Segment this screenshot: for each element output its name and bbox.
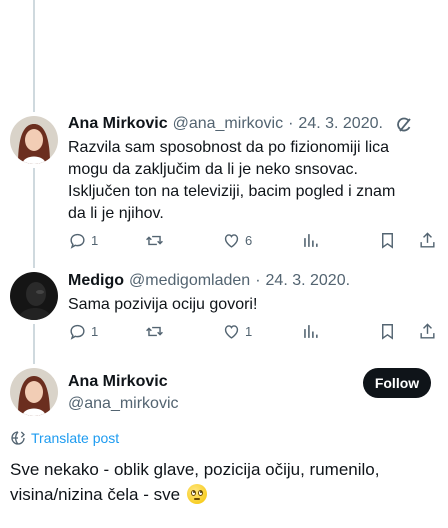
tweet2-reply-button[interactable]: 1 (68, 322, 98, 341)
tweet1-text: Razvila sam sposobnost da po fizionomiji… (68, 139, 396, 222)
tweet2-like-count: 1 (245, 323, 253, 339)
reply-icon (70, 233, 85, 249)
tweet2-author-handle[interactable]: @medigomladen (129, 272, 250, 290)
thread-line-2 (33, 324, 35, 364)
tweet2-author-name[interactable]: Medigo (68, 272, 124, 290)
tweet2-views-button[interactable] (301, 322, 320, 341)
follow-button[interactable]: Follow (363, 368, 431, 398)
tweet2-retweet-button[interactable] (145, 322, 168, 341)
tweet1-separator: · (288, 115, 294, 132)
tweet2-actions: 1 1 (68, 320, 440, 342)
tweet1-bookmark-button[interactable] (378, 231, 397, 250)
tweet2-bookmark-button[interactable] (378, 322, 397, 341)
reply-icon (70, 324, 85, 340)
thread-line-top (33, 0, 35, 112)
tweet2-separator: · (255, 272, 261, 289)
main-tweet-text: Sve nekako - oblik glave, pozicija očiju… (10, 457, 440, 507)
face-with-rolling-eyes-emoji (186, 484, 207, 504)
translate-post-label[interactable]: Translate post (31, 430, 119, 446)
avatar-ana-mirkovic-main[interactable] (10, 368, 58, 416)
main-author-handle[interactable]: @ana_mirkovic (68, 395, 179, 413)
tweet2-reply-count: 1 (91, 323, 99, 339)
main-author-name[interactable]: Ana Mirkovic (68, 373, 168, 391)
translate-post-link[interactable]: Translate post (10, 430, 119, 446)
tweet1-author-name[interactable]: Ana Mirkovic (68, 115, 168, 133)
tweet1-views-button[interactable] (301, 231, 320, 250)
tweet1-actions: 1 6 (68, 229, 440, 251)
share-icon (420, 231, 435, 248)
tweet2-share-button[interactable] (418, 322, 437, 341)
globe-icon (11, 431, 25, 445)
tweet1-date[interactable]: 24. 3. 2020. (298, 115, 383, 133)
heart-icon (224, 233, 239, 248)
tweet1-like-count: 6 (245, 232, 253, 248)
tweet2-text: Sama pozivija ociju govori! (68, 296, 258, 313)
tweet1-author-handle[interactable]: @ana_mirkovic (173, 115, 284, 133)
tweet2-like-button[interactable]: 1 (222, 322, 252, 341)
tweet2-date[interactable]: 24. 3. 2020. (266, 272, 351, 290)
tweet1-reply-button[interactable]: 1 (68, 231, 98, 250)
tweet1-header: Ana Mirkovic @ana_mirkovic · 24. 3. 2020… (68, 115, 383, 133)
avatar-medigo[interactable] (10, 272, 58, 320)
avatar-ana-mirkovic[interactable] (10, 116, 58, 164)
bookmark-icon (382, 323, 393, 340)
tweet1-like-button[interactable]: 6 (222, 231, 252, 250)
bookmark-icon (382, 232, 393, 249)
tweet2-header: Medigo @medigomladen · 24. 3. 2020. (68, 272, 350, 290)
grok-icon[interactable] (395, 116, 413, 134)
tweet1-share-button[interactable] (418, 231, 437, 250)
thread-line-1 (33, 168, 35, 268)
tweet1-retweet-button[interactable] (145, 231, 168, 250)
share-icon (420, 322, 435, 339)
tweet1-reply-count: 1 (91, 232, 99, 248)
views-icon (304, 324, 318, 338)
retweet-icon (146, 235, 163, 245)
retweet-icon (146, 326, 163, 336)
heart-icon (224, 324, 239, 339)
views-icon (304, 233, 318, 247)
